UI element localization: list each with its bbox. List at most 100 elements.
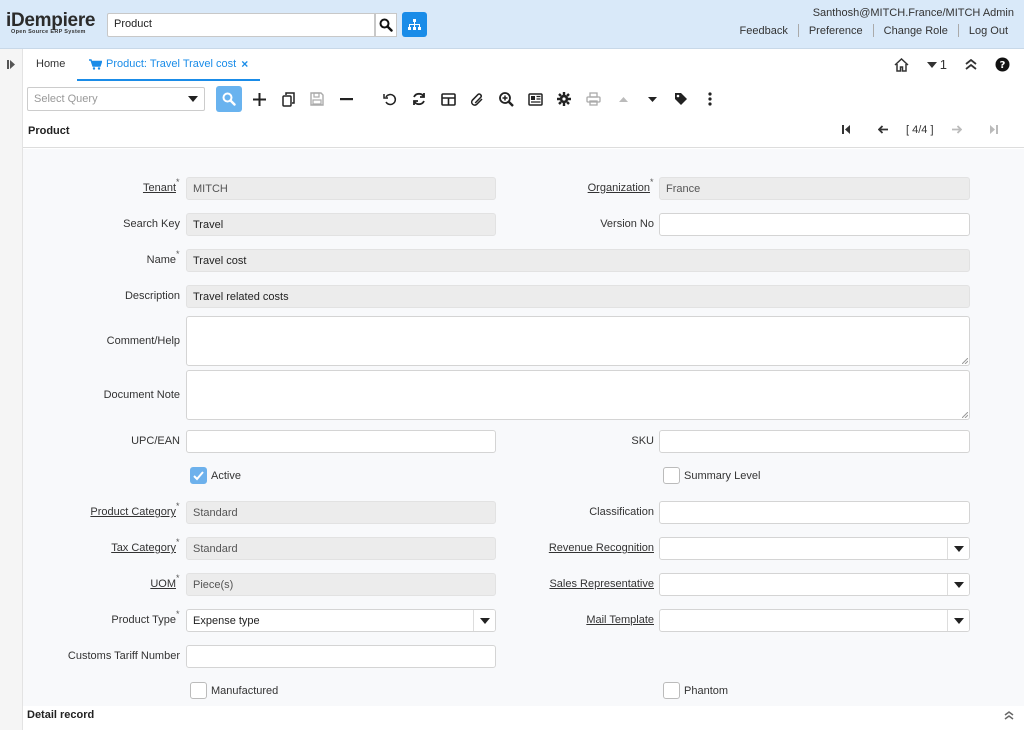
search-key-field[interactable]: Travel [186, 213, 496, 236]
query-search-button[interactable] [216, 86, 242, 112]
sales-representative-label[interactable]: Sales Representative [549, 578, 654, 590]
product-category-field[interactable]: Standard [186, 501, 496, 524]
tab-product[interactable]: Product: Travel Travel cost × [77, 49, 261, 81]
caret-down-icon [188, 96, 198, 102]
change-role-link[interactable]: Change Role [874, 25, 958, 37]
logout-link[interactable]: Log Out [959, 25, 1008, 37]
copy-record-button[interactable] [276, 87, 300, 111]
organization-label[interactable]: Organization [588, 182, 650, 194]
last-record-button[interactable] [990, 125, 998, 137]
tab-header: Product [ 4/4 ] [23, 116, 1024, 148]
tenant-field[interactable]: MITCH [186, 177, 496, 200]
product-type-select[interactable]: Expense type [186, 609, 496, 632]
name-field[interactable]: Travel cost [186, 249, 970, 272]
attachment-button[interactable] [465, 87, 489, 111]
upc-ean-label: UPC/EAN [131, 435, 180, 447]
user-info[interactable]: Santhosh@MITCH.France/MITCH Admin [813, 7, 1014, 19]
active-label[interactable]: Active [211, 470, 241, 482]
select-query-combobox[interactable]: Select Query [27, 87, 205, 111]
phantom-checkbox[interactable] [663, 682, 680, 699]
undo-button[interactable] [378, 87, 402, 111]
manufactured-checkbox[interactable] [190, 682, 207, 699]
arrow-left-icon [877, 125, 888, 134]
expand-detail-icon[interactable] [1004, 711, 1014, 723]
sku-field[interactable] [659, 430, 970, 453]
tax-category-label[interactable]: Tax Category [111, 542, 176, 554]
tab-home[interactable]: Home [36, 58, 65, 70]
global-search-input[interactable]: Product [107, 13, 375, 37]
required-marker: * [650, 177, 654, 187]
search-button[interactable] [375, 13, 397, 37]
menu-tree-button[interactable] [402, 12, 427, 37]
detail-pane-header: Detail record [23, 706, 1024, 730]
summary-level-checkbox[interactable] [663, 467, 680, 484]
print-button[interactable] [581, 87, 605, 111]
classification-field[interactable] [659, 501, 970, 524]
revenue-recognition-dropdown[interactable] [947, 538, 969, 559]
prev-record-arrow[interactable] [877, 125, 888, 137]
uom-label[interactable]: UOM [150, 578, 176, 590]
feedback-link[interactable]: Feedback [730, 25, 798, 37]
plus-icon [252, 92, 266, 106]
active-checkbox[interactable] [190, 467, 207, 484]
report-button[interactable] [523, 87, 547, 111]
quick-info-button[interactable] [669, 87, 693, 111]
sales-representative-dropdown[interactable] [947, 574, 969, 595]
document-note-textarea[interactable] [186, 370, 970, 420]
description-field[interactable]: Travel related costs [186, 285, 970, 308]
comment-help-textarea[interactable] [186, 316, 970, 366]
product-category-label[interactable]: Product Category [90, 506, 176, 518]
close-tab-icon[interactable]: × [241, 57, 248, 71]
more-actions-button[interactable] [698, 87, 722, 111]
newspaper-icon [527, 92, 543, 106]
preference-link[interactable]: Preference [799, 25, 873, 37]
first-record-button[interactable] [842, 125, 850, 137]
expand-panel-icon[interactable] [7, 60, 15, 72]
customs-tariff-field[interactable] [186, 645, 496, 668]
manufactured-label[interactable]: Manufactured [211, 685, 278, 697]
mail-template-label[interactable]: Mail Template [586, 614, 654, 626]
resize-handle-icon[interactable] [962, 412, 968, 418]
version-no-field[interactable] [659, 213, 970, 236]
sales-representative-select[interactable] [659, 573, 970, 596]
resize-handle-icon[interactable] [962, 358, 968, 364]
organization-field[interactable]: France [659, 177, 970, 200]
process-button[interactable] [552, 87, 576, 111]
mail-template-dropdown[interactable] [947, 610, 969, 631]
summary-level-label[interactable]: Summary Level [684, 470, 760, 482]
next-record-button[interactable] [640, 87, 664, 111]
window-tab-bar: Home Product: Travel Travel cost × 1 ? [23, 49, 1024, 82]
zoom-across-button[interactable] [494, 87, 518, 111]
product-type-dropdown[interactable] [473, 610, 495, 631]
delete-record-button[interactable] [334, 87, 358, 111]
name-label: Name [146, 254, 176, 266]
save-button[interactable] [305, 87, 329, 111]
next-record-arrow[interactable] [952, 125, 963, 137]
tenant-label[interactable]: Tenant [143, 182, 176, 194]
printer-icon [585, 92, 601, 106]
tag-icon [675, 93, 687, 105]
query-dropdown-button[interactable] [181, 87, 205, 111]
sitemap-icon [408, 18, 421, 30]
tax-category-field[interactable]: Standard [186, 537, 496, 560]
mail-template-select[interactable] [659, 609, 970, 632]
window-list-dropdown[interactable]: 1 [926, 57, 947, 72]
undo-icon [383, 93, 397, 106]
revenue-recognition-select[interactable] [659, 537, 970, 560]
logo-text: iDempiere [6, 10, 96, 31]
refresh-button[interactable] [407, 87, 431, 111]
new-record-button[interactable] [247, 87, 271, 111]
help-icon[interactable]: ? [995, 57, 1010, 72]
phantom-label[interactable]: Phantom [684, 685, 728, 697]
caret-down-icon [647, 96, 657, 102]
previous-record-button[interactable] [611, 87, 635, 111]
grid-toggle-button[interactable] [436, 87, 460, 111]
required-marker: * [176, 609, 180, 619]
collapse-header-icon[interactable] [965, 59, 977, 70]
home-icon[interactable] [894, 57, 909, 72]
revenue-recognition-label[interactable]: Revenue Recognition [549, 542, 654, 554]
caret-down-icon [953, 545, 964, 552]
upc-ean-field[interactable] [186, 430, 496, 453]
logo[interactable]: iDempiere Open Source ERP System [6, 11, 95, 35]
uom-field[interactable]: Piece(s) [186, 573, 496, 596]
